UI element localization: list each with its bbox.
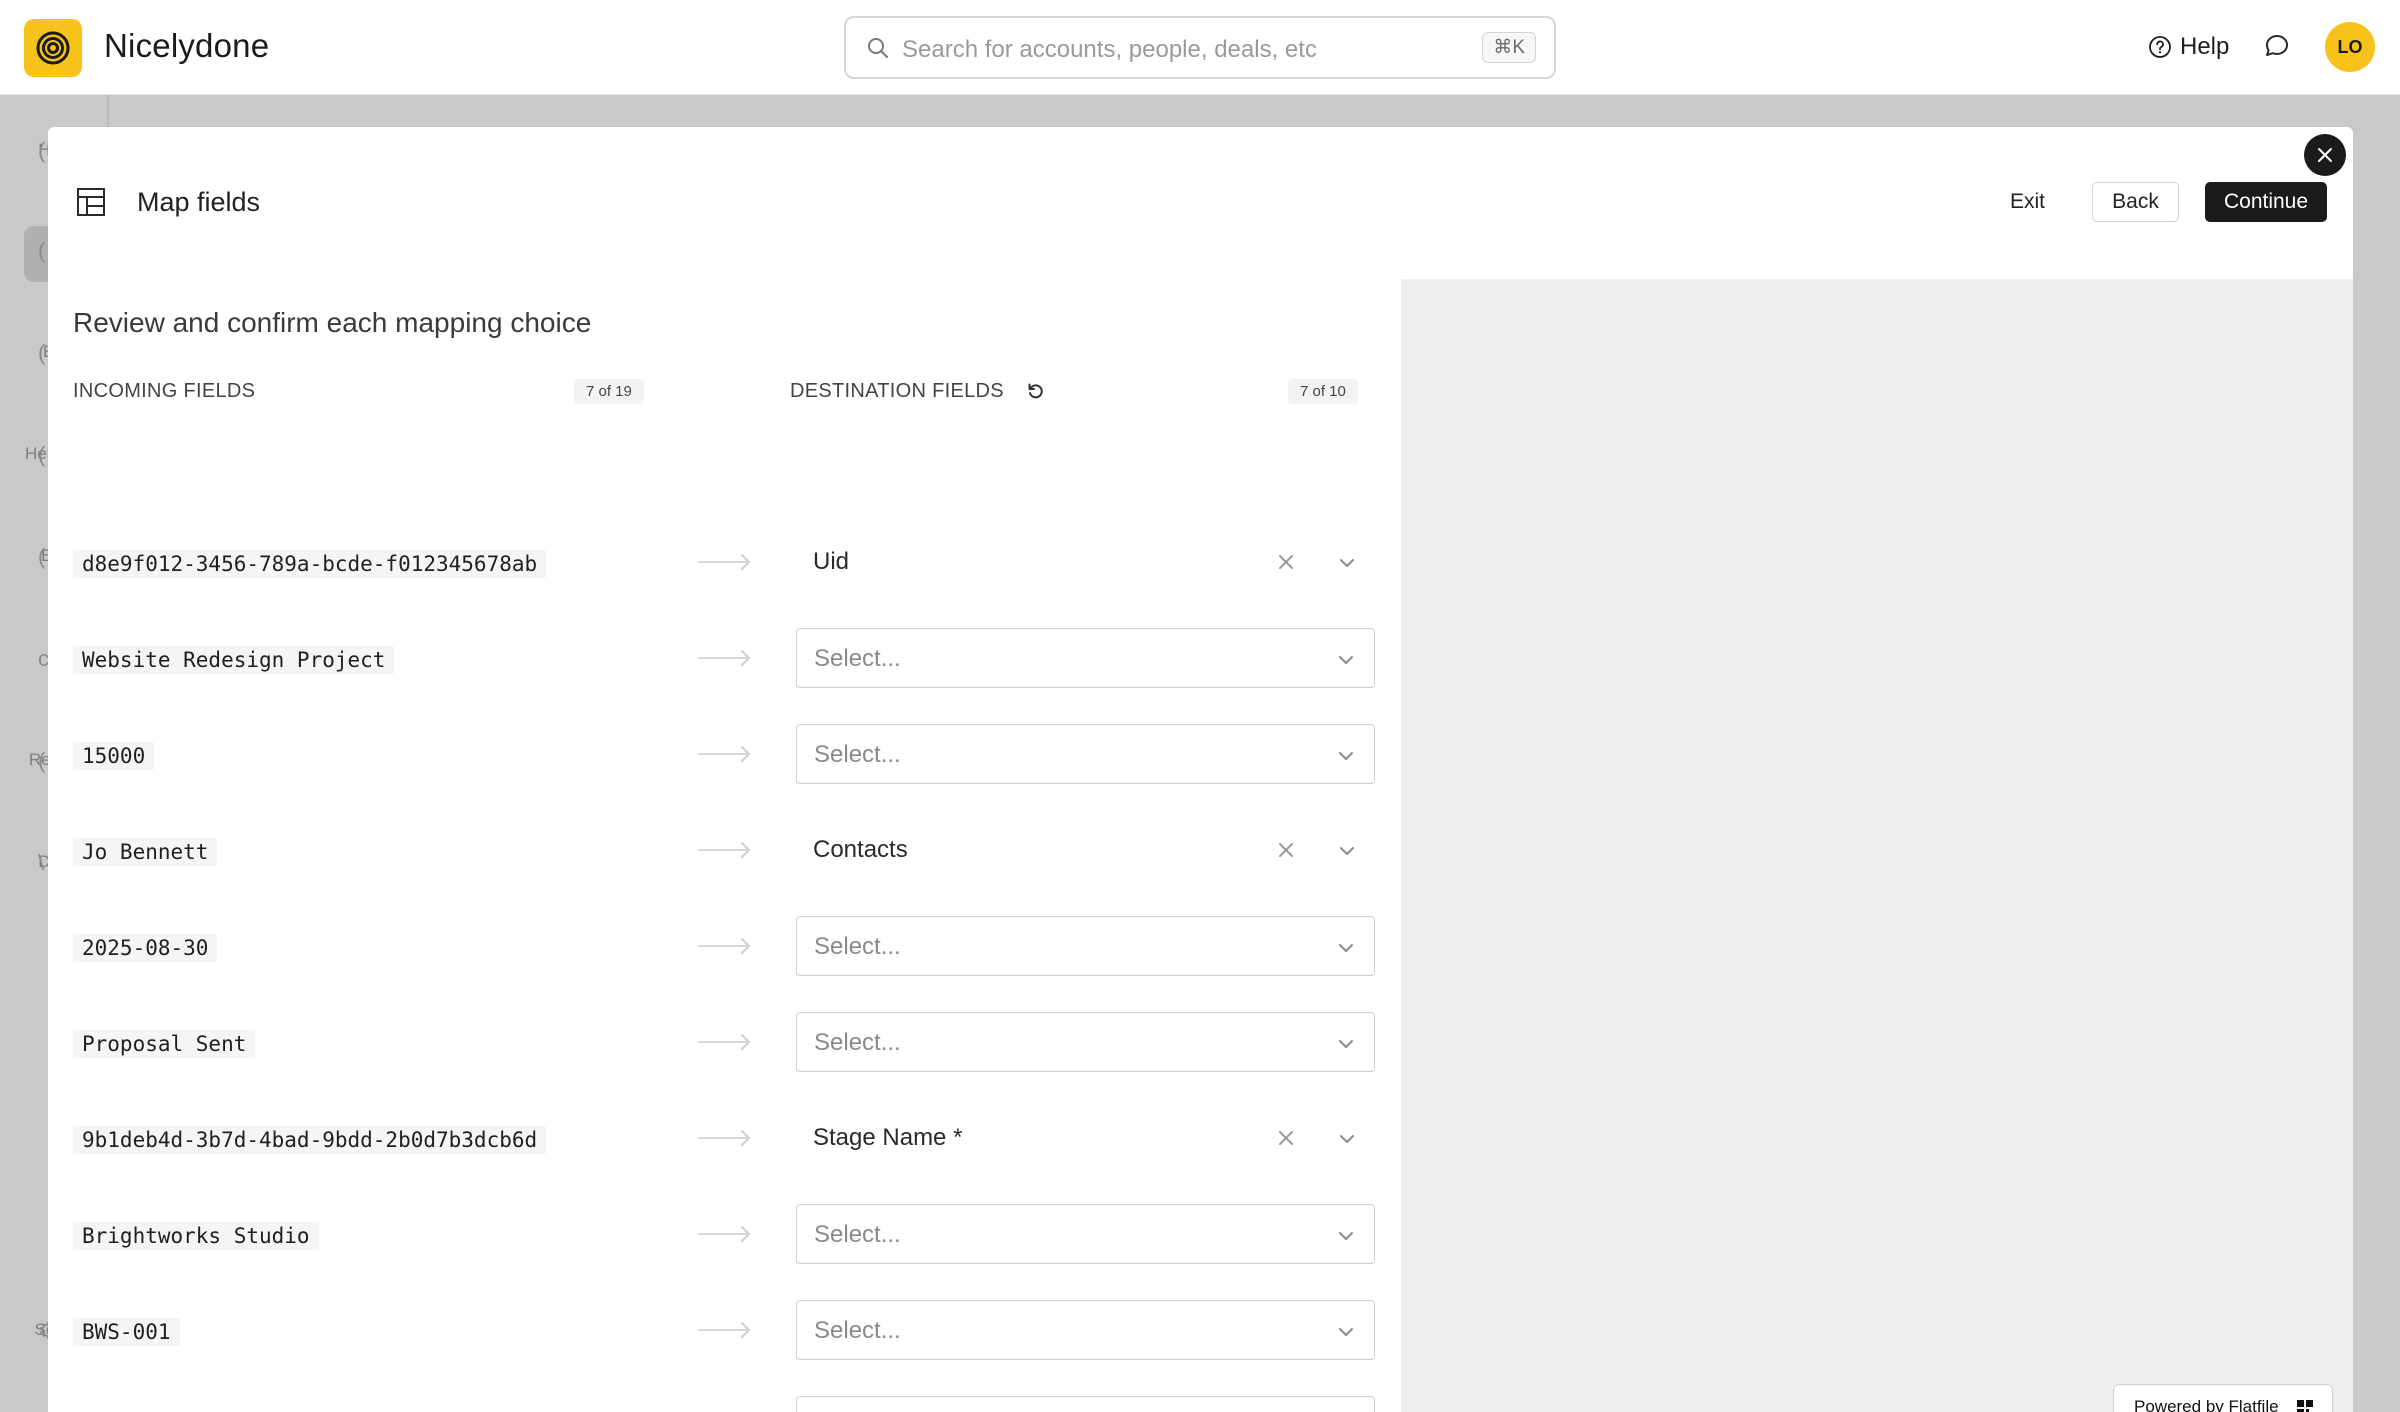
destination-placeholder: Select... xyxy=(814,741,901,768)
chevron-down-icon xyxy=(1340,847,1354,855)
chevron-down-icon xyxy=(1339,1232,1353,1240)
user-avatar[interactable]: LO xyxy=(2325,22,2375,72)
mapping-subtitle: Review and confirm each mapping choice xyxy=(73,307,592,338)
chat-icon[interactable] xyxy=(2263,32,2291,60)
destination-field-select[interactable]: Select... xyxy=(796,1396,1375,1412)
clear-icon[interactable] xyxy=(1277,1129,1295,1147)
table-grid-icon xyxy=(77,188,105,216)
arrow-right-icon xyxy=(698,650,750,666)
mapping-row: BWS-001 Select... xyxy=(0,1300,1400,1360)
top-bar: Nicelydone Search for accounts, people, … xyxy=(0,0,2400,95)
incoming-count-badge: 7 of 19 xyxy=(574,379,644,404)
search-icon xyxy=(868,38,888,58)
incoming-field-value: d8e9f012-3456-789a-bcde-f012345678ab xyxy=(73,550,547,578)
incoming-field-value: Brightworks Studio xyxy=(73,1222,319,1250)
destination-field-mapped[interactable]: Stage Name * xyxy=(796,1108,1375,1168)
destination-field-select[interactable]: Select... xyxy=(796,1204,1375,1264)
exit-button[interactable]: Exit xyxy=(1998,182,2057,222)
global-search[interactable]: Search for accounts, people, deals, etc … xyxy=(844,16,1556,79)
incoming-field-value: 15000 xyxy=(73,742,155,770)
chevron-down-icon xyxy=(1339,1328,1353,1336)
arrow-right-icon xyxy=(698,938,750,954)
arrow-right-icon xyxy=(698,554,750,570)
destination-value: Uid xyxy=(813,548,850,575)
destination-placeholder: Select... xyxy=(814,933,901,960)
mapping-row: Brightworks Studio Select... xyxy=(0,1204,1400,1264)
incoming-field-value: 9b1deb4d-3b7d-4bad-9bdd-2b0d7b3dcb6d xyxy=(73,1126,547,1154)
mapping-row: 9b1deb4d-3b7d-4bad-9bdd-2b0d7b3dcb6d Stag… xyxy=(0,1108,1400,1168)
app-name: Nicelydone xyxy=(104,27,270,64)
help-link[interactable]: Help xyxy=(2148,30,2229,64)
destination-field-select[interactable]: Select... xyxy=(796,916,1375,976)
chevron-down-icon xyxy=(1340,1135,1354,1143)
mapping-row: Website Redesign Project Select... xyxy=(0,628,1400,688)
continue-button[interactable]: Continue xyxy=(2205,182,2327,222)
mapping-row: d8e9f012-3456-789a-bcde-f012345678ab Uid xyxy=(0,532,1400,592)
destination-field-select[interactable]: Select... xyxy=(796,1012,1375,1072)
destination-fields-header: DESTINATION FIELDS xyxy=(790,380,1004,402)
close-modal-button[interactable] xyxy=(2304,134,2346,176)
modal-title: Map fields xyxy=(137,187,261,217)
reset-mapping-icon[interactable] xyxy=(1026,381,1046,401)
destination-placeholder: Select... xyxy=(814,645,901,672)
clear-icon[interactable] xyxy=(1277,841,1295,859)
incoming-field-value: Website Redesign Project xyxy=(73,646,395,674)
chevron-down-icon xyxy=(1339,944,1353,952)
clear-icon[interactable] xyxy=(1277,553,1295,571)
destination-field-mapped[interactable]: Contacts xyxy=(796,820,1375,880)
flatfile-logo-icon xyxy=(2297,1400,2313,1412)
arrow-right-icon xyxy=(698,1034,750,1050)
mapping-row: Proposal Sent Select... xyxy=(0,1012,1400,1072)
close-icon xyxy=(2318,148,2332,162)
destination-placeholder: Select... xyxy=(814,1221,901,1248)
incoming-field-value: BWS-001 xyxy=(73,1318,180,1346)
incoming-field-value: 2025-08-30 xyxy=(73,934,218,962)
mapping-row: Jo Bennett Contacts xyxy=(0,820,1400,880)
chevron-down-icon xyxy=(1339,1040,1353,1048)
destination-placeholder: Select... xyxy=(814,1029,901,1056)
search-shortcut-badge: ⌘K xyxy=(1482,32,1536,63)
back-button[interactable]: Back xyxy=(2092,182,2179,222)
modal-header: Map fields Exit Back Continue xyxy=(48,127,2353,279)
destination-placeholder: Select... xyxy=(814,1317,901,1344)
destination-field-select[interactable]: Select... xyxy=(796,628,1375,688)
preview-panel xyxy=(1401,279,2353,1412)
destination-field-select[interactable]: Select... xyxy=(796,724,1375,784)
arrow-right-icon xyxy=(698,746,750,762)
help-label: Help xyxy=(2180,33,2230,60)
mapping-row: 15000 Select... xyxy=(0,724,1400,784)
app-logo[interactable] xyxy=(24,19,82,77)
powered-by-flatfile[interactable]: Powered by Flatfile xyxy=(2113,1384,2333,1412)
destination-field-mapped[interactable]: Uid xyxy=(796,532,1375,592)
destination-count-badge: 7 of 10 xyxy=(1288,379,1358,404)
destination-value: Stage Name * xyxy=(813,1124,963,1151)
mapping-row: sales.rep@company.com c7d8e901-2345-678a… xyxy=(0,1396,1400,1412)
search-placeholder: Search for accounts, people, deals, etc xyxy=(902,36,1317,63)
mapping-row: 2025-08-30 Select... xyxy=(0,916,1400,976)
incoming-field-value: Proposal Sent xyxy=(73,1030,256,1058)
help-circle-icon xyxy=(2149,36,2171,58)
logo-spiral-icon xyxy=(36,31,70,65)
arrow-right-icon xyxy=(698,1226,750,1242)
chevron-down-icon xyxy=(1339,752,1353,760)
chevron-down-icon xyxy=(1339,656,1353,664)
incoming-fields-header: INCOMING FIELDS xyxy=(73,380,256,402)
arrow-right-icon xyxy=(698,1322,750,1338)
arrow-right-icon xyxy=(698,1130,750,1146)
arrow-right-icon xyxy=(698,842,750,858)
chevron-down-icon xyxy=(1340,559,1354,567)
powered-by-label: Powered by Flatfile xyxy=(2134,1397,2279,1412)
incoming-field-value: Jo Bennett xyxy=(73,838,218,866)
destination-value: Contacts xyxy=(813,836,908,863)
destination-field-select[interactable]: Select... xyxy=(796,1300,1375,1360)
